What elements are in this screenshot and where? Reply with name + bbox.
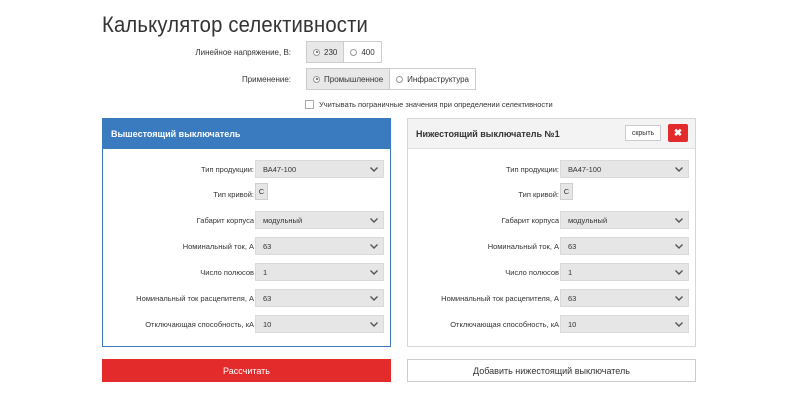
application-option-industrial[interactable]: Промышленное — [307, 69, 391, 89]
case-size-value: модульный — [263, 215, 303, 225]
poles-count-select[interactable]: 1 — [560, 263, 689, 281]
chevron-down-icon — [675, 218, 683, 223]
chevron-down-icon — [370, 244, 378, 249]
boundary-checkbox-label: Учитывать пограничные значения при опред… — [319, 100, 553, 109]
trip-current-value: 63 — [568, 293, 577, 303]
rated-current-row: Номинальный ток, А 63 — [103, 237, 390, 257]
voltage-label: Линейное напряжение, В: — [195, 48, 291, 57]
page-title: Калькулятор селективности — [102, 12, 369, 37]
upper-panel-title: Вышестоящий выключатель — [103, 119, 390, 149]
chevron-down-icon — [370, 167, 378, 172]
rated-current-label: Номинальный ток, А — [487, 242, 559, 251]
rated-current-value: 63 — [263, 241, 272, 251]
rated-current-select[interactable]: 63 — [255, 237, 384, 255]
breaking-capacity-row: Отключающая способность, кА 10 — [408, 315, 695, 335]
poles-count-select[interactable]: 1 — [255, 263, 384, 281]
poles-count-label: Число полюсов — [505, 268, 559, 277]
voltage-option-230[interactable]: 230 — [307, 42, 345, 62]
product-type-value: ВА47-100 — [568, 164, 602, 174]
product-type-label: Тип продукции: — [506, 165, 559, 174]
rated-current-row: Номинальный ток, А 63 — [408, 237, 695, 257]
chevron-down-icon — [675, 322, 683, 327]
close-icon[interactable]: ✖ — [668, 124, 688, 142]
case-size-label: Габарит корпуса — [501, 216, 559, 225]
chevron-down-icon — [370, 270, 378, 275]
curve-type-button[interactable]: C — [560, 183, 573, 200]
curve-type-button[interactable]: C — [255, 183, 268, 200]
radio-icon — [350, 48, 358, 56]
breaking-capacity-value: 10 — [263, 319, 272, 329]
product-type-row: Тип продукции: ВА47-100 — [408, 160, 695, 180]
poles-count-value: 1 — [568, 267, 573, 277]
hide-button[interactable]: скрыть — [625, 125, 661, 141]
chevron-down-icon — [675, 244, 683, 249]
trip-current-select[interactable]: 63 — [255, 289, 384, 307]
product-type-select[interactable]: ВА47-100 — [560, 160, 689, 178]
poles-count-value: 1 — [263, 267, 268, 277]
boundary-checkbox-row[interactable]: Учитывать пограничные значения при опред… — [305, 100, 553, 109]
curve-type-row: Тип кривой: C — [103, 183, 390, 205]
trip-current-select[interactable]: 63 — [560, 289, 689, 307]
breaking-capacity-label: Отключающая способность, кА — [450, 320, 559, 329]
breaking-capacity-label: Отключающая способность, кА — [145, 320, 254, 329]
chevron-down-icon — [675, 270, 683, 275]
case-size-row: Габарит корпуса модульный — [408, 211, 695, 231]
case-size-select[interactable]: модульный — [560, 211, 689, 229]
radio-selected-icon — [313, 75, 320, 83]
chevron-down-icon — [675, 167, 683, 172]
application-label: Применение: — [241, 75, 291, 84]
product-type-value: ВА47-100 — [263, 164, 297, 174]
voltage-option-label: 400 — [361, 47, 375, 57]
checkbox-icon[interactable] — [305, 100, 314, 109]
chevron-down-icon — [370, 296, 378, 301]
case-size-row: Габарит корпуса модульный — [103, 211, 390, 231]
chevron-down-icon — [370, 218, 378, 223]
rated-current-value: 63 — [568, 241, 577, 251]
product-type-select[interactable]: ВА47-100 — [255, 160, 384, 178]
voltage-option-label: 230 — [324, 47, 338, 57]
upper-breaker-panel: Вышестоящий выключатель Тип продукции: ВА… — [102, 118, 391, 347]
breaking-capacity-row: Отключающая способность, кА 10 — [103, 315, 390, 335]
chevron-down-icon — [370, 322, 378, 327]
case-size-value: модульный — [568, 215, 608, 225]
rated-current-select[interactable]: 63 — [560, 237, 689, 255]
lower-breaker-panel: Нижестоящий выключатель №1 скрыть ✖ Тип … — [407, 118, 696, 347]
trip-current-value: 63 — [263, 293, 272, 303]
case-size-select[interactable]: модульный — [255, 211, 384, 229]
radio-selected-icon — [313, 48, 320, 56]
curve-type-label: Тип кривой: — [518, 190, 559, 199]
case-size-label: Габарит корпуса — [196, 216, 254, 225]
calculate-button[interactable]: Рассчитать — [102, 359, 391, 382]
add-lower-breaker-button[interactable]: Добавить нижестоящий выключатель — [407, 359, 696, 382]
poles-count-row: Число полюсов 1 — [103, 263, 390, 283]
voltage-radio-group: 230 400 — [306, 41, 382, 63]
product-type-label: Тип продукции: — [201, 165, 254, 174]
application-radio-group: Промышленное Инфраструктура — [306, 68, 476, 90]
application-option-infrastructure[interactable]: Инфраструктура — [390, 69, 475, 89]
trip-current-row: Номинальный ток расцепителя, А 63 — [103, 289, 390, 309]
poles-count-row: Число полюсов 1 — [408, 263, 695, 283]
product-type-row: Тип продукции: ВА47-100 — [103, 160, 390, 180]
application-option-label: Промышленное — [324, 74, 384, 84]
trip-current-label: Номинальный ток расцепителя, А — [441, 294, 559, 303]
breaking-capacity-select[interactable]: 10 — [560, 315, 689, 333]
trip-current-label: Номинальный ток расцепителя, А — [136, 294, 254, 303]
curve-type-label: Тип кривой: — [213, 190, 254, 199]
breaking-capacity-select[interactable]: 10 — [255, 315, 384, 333]
radio-icon — [396, 75, 404, 83]
trip-current-row: Номинальный ток расцепителя, А 63 — [408, 289, 695, 309]
voltage-option-400[interactable]: 400 — [344, 42, 380, 62]
application-option-label: Инфраструктура — [407, 74, 469, 84]
rated-current-label: Номинальный ток, А — [182, 242, 254, 251]
curve-type-row: Тип кривой: C — [408, 183, 695, 205]
poles-count-label: Число полюсов — [200, 268, 254, 277]
chevron-down-icon — [675, 296, 683, 301]
breaking-capacity-value: 10 — [568, 319, 577, 329]
